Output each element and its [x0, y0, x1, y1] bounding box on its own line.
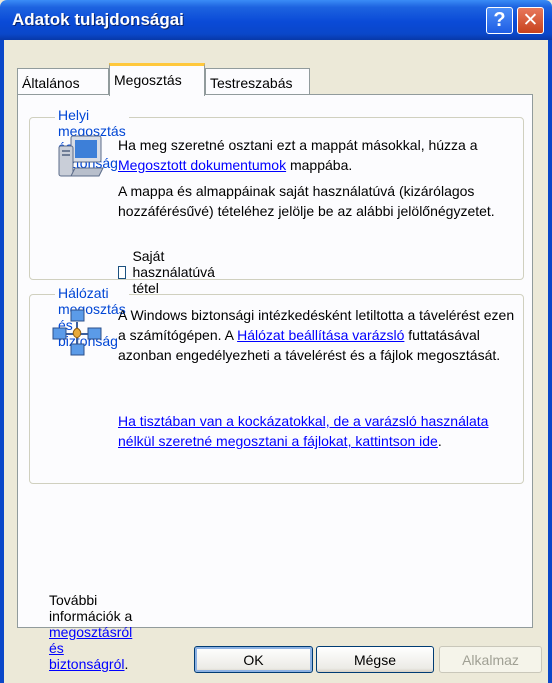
network-setup-wizard-link[interactable]: Hálózat beállítása varázsló	[237, 327, 404, 343]
share-without-wizard-text: Ha tisztában van a kockázatokkal, de a v…	[118, 411, 518, 451]
title-bar[interactable]: Adatok tulajdonságai ? ✕	[0, 0, 552, 40]
tab-general[interactable]: Általános	[17, 68, 109, 95]
make-private-checkbox[interactable]	[118, 265, 127, 279]
more-info-part: .	[124, 656, 129, 672]
network-sharing-description: A Windows biztonsági intézkedésként leti…	[118, 305, 518, 365]
sharing-security-link[interactable]: megosztásról és biztonságról	[49, 624, 132, 672]
link-tail: .	[437, 433, 442, 449]
more-info-part: További információk a	[49, 592, 133, 624]
computer-icon	[58, 135, 104, 177]
close-button[interactable]: ✕	[517, 7, 544, 34]
tab-label: Testreszabás	[210, 75, 293, 91]
make-private-label[interactable]: Saját használatúvá tétel	[132, 248, 219, 296]
tab-customize[interactable]: Testreszabás	[205, 68, 310, 95]
close-icon: ✕	[522, 10, 539, 31]
private-folder-description: A mappa és almappáinak saját használatúv…	[118, 183, 495, 219]
local-text-part: mappába.	[286, 157, 353, 173]
apply-button[interactable]: Alkalmaz	[439, 646, 542, 673]
window-frame-left	[0, 40, 4, 683]
shared-documents-link[interactable]: Megosztott dokumentumok	[118, 157, 286, 173]
help-icon: ?	[493, 9, 506, 31]
local-text-part: Ha meg szeretné osztani ezt a mappát más…	[118, 137, 478, 153]
window-title: Adatok tulajdonságai	[12, 10, 184, 29]
share-without-wizard-link[interactable]: Ha tisztában van a kockázatokkal, de a v…	[118, 413, 488, 449]
help-button[interactable]: ?	[486, 7, 513, 34]
tab-sharing[interactable]: Megosztás	[109, 63, 205, 96]
tab-label: Általános	[22, 75, 80, 91]
ok-button[interactable]: OK	[194, 646, 313, 673]
cancel-button[interactable]: Mégse	[316, 646, 434, 673]
make-private-option[interactable]: Saját használatúvá tétel	[118, 248, 220, 296]
more-info-text: További információk a megosztásról és bi…	[49, 592, 132, 672]
local-sharing-description: Ha meg szeretné osztani ezt a mappát más…	[118, 135, 518, 175]
network-icon	[52, 309, 102, 356]
tab-label: Megosztás	[114, 72, 182, 88]
window-frame-right	[548, 40, 552, 683]
